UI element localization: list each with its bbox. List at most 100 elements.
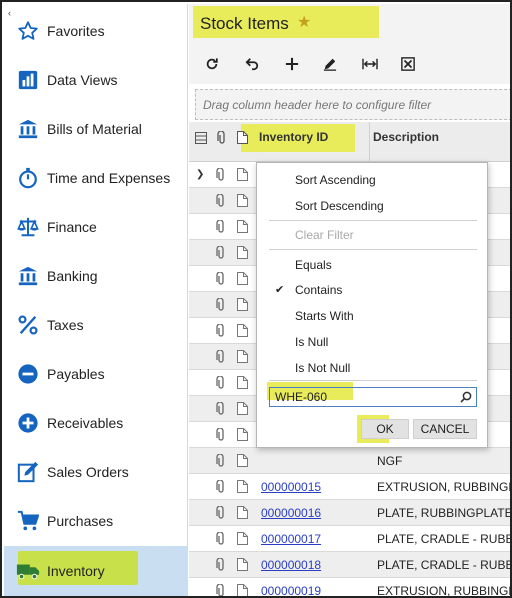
note-icon[interactable] — [237, 350, 248, 366]
sidebar-item-taxes[interactable]: Taxes — [4, 302, 188, 348]
starts-with-item[interactable]: Starts With — [295, 309, 354, 323]
menu-separator — [269, 220, 477, 221]
attachment-icon[interactable] — [216, 505, 226, 523]
sidebar-item-purchases[interactable]: Purchases — [4, 498, 188, 544]
inventory-id-link[interactable]: 000000019 — [261, 584, 321, 596]
is-not-null-item[interactable]: Is Not Null — [295, 361, 350, 375]
sidebar-item-label: Inventory — [47, 563, 105, 579]
export-excel-button[interactable] — [397, 54, 419, 74]
attachment-icon[interactable] — [216, 531, 226, 549]
attachment-icon[interactable] — [216, 245, 226, 263]
inventory-id-link[interactable]: 000000015 — [261, 480, 321, 494]
attachment-icon[interactable] — [216, 167, 226, 185]
inventory-id-link[interactable]: 000000018 — [261, 558, 321, 572]
note-icon[interactable] — [237, 402, 248, 418]
truck-icon — [16, 559, 40, 583]
note-icon[interactable] — [237, 220, 248, 236]
add-icon — [285, 57, 299, 71]
note-icon[interactable] — [237, 584, 248, 596]
note-icon[interactable] — [237, 246, 248, 262]
sort-ascending-item[interactable]: Sort Ascending — [295, 173, 376, 187]
note-icon[interactable] — [237, 324, 248, 340]
stopwatch-icon — [16, 166, 40, 190]
note-icon[interactable] — [237, 298, 248, 314]
attachment-icon[interactable] — [216, 479, 226, 497]
contains-item[interactable]: Contains — [295, 283, 342, 297]
description-cell: NGF — [377, 454, 403, 468]
note-icon[interactable] — [237, 558, 248, 574]
favorite-star-icon[interactable]: ★ — [297, 15, 311, 31]
attachment-icon[interactable] — [216, 401, 226, 419]
undo-button[interactable] — [241, 54, 263, 74]
attachment-icon[interactable] — [216, 583, 226, 596]
column-header-inventory-id[interactable]: Inventory ID — [259, 130, 328, 144]
sidebar-item-receivables[interactable]: Receivables — [4, 400, 188, 446]
column-separator[interactable] — [369, 122, 370, 162]
column-header-description[interactable]: Description — [373, 130, 439, 144]
equals-item[interactable]: Equals — [295, 258, 332, 272]
sidebar-item-label: Banking — [47, 268, 98, 284]
column-chooser-icon[interactable] — [195, 132, 207, 147]
edit-button[interactable] — [319, 54, 341, 74]
attachment-icon[interactable] — [216, 271, 226, 289]
note-icon[interactable] — [237, 428, 248, 444]
ok-button[interactable]: OK — [361, 419, 409, 439]
sidebar-item-banking[interactable]: Banking — [4, 253, 188, 299]
attachment-icon — [217, 130, 227, 148]
sidebar-item-favorites[interactable]: Favorites — [4, 8, 188, 54]
attachment-icon[interactable] — [216, 375, 226, 393]
sidebar-item-data-views[interactable]: Data Views — [4, 57, 188, 103]
note-icon[interactable] — [237, 272, 248, 288]
sidebar-item-inventory[interactable]: Inventory — [4, 546, 188, 596]
inventory-id-link[interactable]: 000000017 — [261, 532, 321, 546]
table-row[interactable]: 000000016 PLATE, RUBBINGPLATE — [189, 500, 512, 526]
note-icon[interactable] — [237, 480, 248, 496]
attachment-icon[interactable] — [216, 453, 226, 471]
page-title: Stock Items — [200, 14, 289, 33]
sidebar-item-label: Purchases — [47, 513, 114, 529]
is-null-item[interactable]: Is Null — [295, 335, 328, 349]
attachment-icon[interactable] — [216, 349, 226, 367]
sidebar-item-label: Receivables — [47, 415, 124, 431]
note-icon[interactable] — [237, 506, 248, 522]
sidebar-item-sales-orders[interactable]: Sales Orders — [4, 449, 188, 495]
note-icon[interactable] — [237, 168, 248, 184]
add-button[interactable] — [281, 54, 303, 74]
description-cell: PLATE, RUBBINGPLATE — [377, 506, 512, 520]
sort-descending-item[interactable]: Sort Descending — [295, 199, 384, 213]
note-icon[interactable] — [237, 376, 248, 392]
sidebar-item-bills-of-material[interactable]: Bills of Material — [4, 106, 188, 152]
table-row[interactable]: 000000017 PLATE, CRADLE - RUBB — [189, 526, 510, 552]
fit-columns-button[interactable] — [359, 54, 381, 74]
sidebar-item-label: Bills of Material — [47, 121, 142, 137]
attachment-icon[interactable] — [216, 297, 226, 315]
current-row-indicator-icon: ❯ — [196, 169, 205, 180]
description-cell: PLATE, CRADLE - RUBB — [377, 558, 512, 572]
group-by-drop-zone[interactable]: Drag column header here to configure fil… — [195, 89, 510, 120]
refresh-button[interactable] — [201, 54, 223, 74]
description-cell: EXTRUSION, RUBBINGF — [377, 584, 512, 596]
star-outline-icon — [16, 19, 40, 43]
plus-circle-icon — [16, 411, 40, 435]
note-icon[interactable] — [237, 454, 248, 470]
search-icon[interactable] — [460, 391, 472, 406]
note-icon[interactable] — [237, 194, 248, 210]
edit-icon — [323, 58, 337, 71]
attachment-icon[interactable] — [216, 219, 226, 237]
sidebar-item-label: Time and Expenses — [47, 170, 171, 186]
attachment-icon[interactable] — [216, 323, 226, 341]
sidebar-item-finance[interactable]: Finance — [4, 204, 188, 250]
table-row[interactable]: NGF — [189, 448, 510, 474]
cancel-button[interactable]: CANCEL — [413, 419, 477, 439]
sidebar-item-time-and-expenses[interactable]: Time and Expenses — [4, 155, 188, 201]
attachment-icon[interactable] — [216, 427, 226, 445]
table-row[interactable]: 000000019 EXTRUSION, RUBBINGF — [189, 578, 512, 596]
table-row[interactable]: 000000015 EXTRUSION, RUBBINGF — [189, 474, 510, 500]
table-row[interactable]: 000000018 PLATE, CRADLE - RUBB — [189, 552, 512, 578]
attachment-icon[interactable] — [216, 193, 226, 211]
note-icon[interactable] — [237, 532, 248, 548]
attachment-icon[interactable] — [216, 557, 226, 575]
sidebar-item-payables[interactable]: Payables — [4, 351, 188, 397]
percent-icon — [16, 313, 40, 337]
inventory-id-link[interactable]: 000000016 — [261, 506, 321, 520]
